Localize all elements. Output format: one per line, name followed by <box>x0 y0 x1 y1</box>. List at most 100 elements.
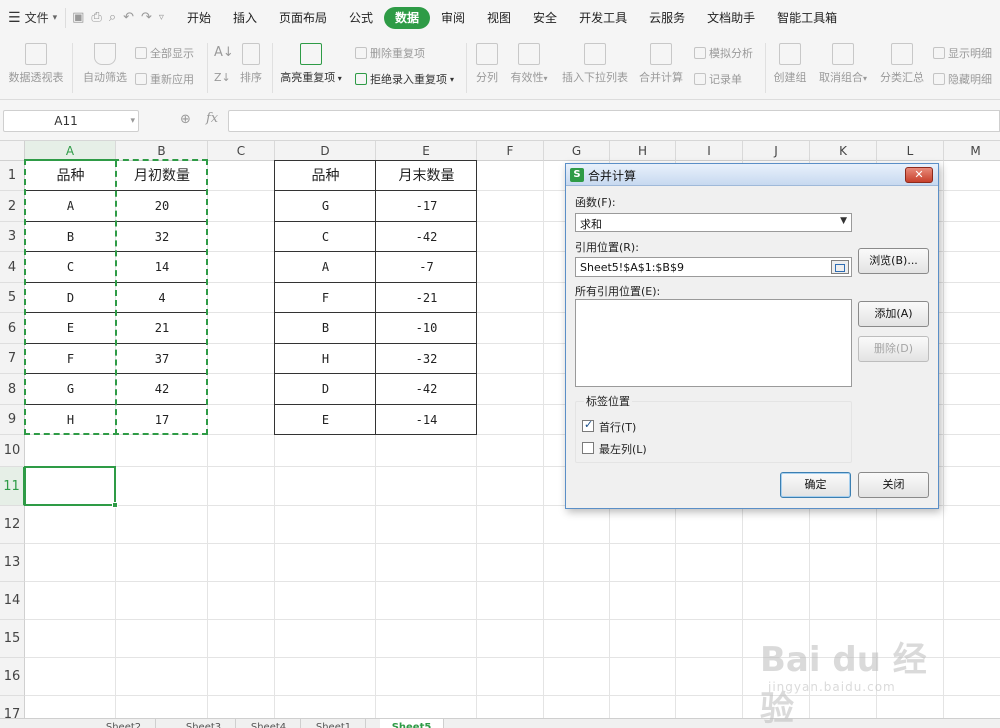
show-all-button[interactable]: 全部显示 <box>135 45 194 61</box>
column-header[interactable]: E <box>376 141 477 161</box>
table-cell[interactable]: 4 <box>116 283 208 313</box>
column-header[interactable]: H <box>610 141 676 161</box>
column-header[interactable]: B <box>116 141 208 161</box>
menu-tab[interactable]: 审阅 <box>430 7 476 29</box>
table-cell[interactable]: -17 <box>376 191 477 222</box>
show-detail-button[interactable]: 显示明细 <box>933 45 992 61</box>
sort-asc-button[interactable]: A↓ <box>214 45 234 60</box>
table-cell[interactable]: -7 <box>376 252 477 283</box>
table-cell[interactable]: 21 <box>116 313 208 344</box>
table-cell[interactable]: F <box>275 283 376 313</box>
zoom-icon[interactable]: ⊕ <box>180 112 191 127</box>
reject-duplicates-button[interactable]: 拒绝录入重复项 ▾ <box>355 71 454 87</box>
select-all-corner[interactable] <box>0 141 25 161</box>
table-cell[interactable]: D <box>275 374 376 405</box>
undo-icon[interactable]: ↶ <box>123 10 134 25</box>
menu-tab[interactable]: 页面布局 <box>268 7 338 29</box>
table-cell[interactable]: 42 <box>116 374 208 405</box>
subtotal-button[interactable]: 分类汇总 <box>878 43 926 85</box>
chevron-down-icon[interactable]: ▾ <box>130 111 135 131</box>
fill-handle[interactable] <box>112 502 118 508</box>
menu-tab[interactable]: 插入 <box>222 7 268 29</box>
table-cell[interactable]: E <box>25 313 116 344</box>
table-cell[interactable]: -10 <box>376 313 477 344</box>
table-cell[interactable]: -21 <box>376 283 477 313</box>
menu-tab[interactable]: 安全 <box>522 7 568 29</box>
print-icon[interactable]: ⎙ <box>91 10 101 25</box>
menu-tab[interactable]: 文档助手 <box>696 7 766 29</box>
consolidate-button[interactable]: 合并计算 <box>636 43 686 85</box>
highlight-duplicates-button[interactable]: 高亮重复项 ▾ <box>278 43 344 85</box>
row-header[interactable]: 12 <box>0 506 25 544</box>
sort-dropdown-button[interactable]: 排序 <box>238 43 264 85</box>
table-cell[interactable]: H <box>25 405 116 435</box>
row-header[interactable]: 5 <box>0 283 25 313</box>
sort-button[interactable]: Z↓ <box>214 71 231 84</box>
column-header[interactable]: A <box>25 141 116 161</box>
dialog-titlebar[interactable]: S 合并计算 ✕ <box>566 164 938 186</box>
create-group-button[interactable]: 创建组 <box>770 43 810 85</box>
column-header[interactable]: D <box>275 141 376 161</box>
row-header[interactable]: 15 <box>0 620 25 658</box>
sheet-tab[interactable]: Sheet4 <box>237 719 301 728</box>
ok-button[interactable]: 确定 <box>780 472 851 498</box>
row-header[interactable]: 16 <box>0 658 25 696</box>
split-column-button[interactable]: 分列 <box>472 43 502 85</box>
autofilter-button[interactable]: 自动筛选 <box>80 43 130 85</box>
row-header[interactable]: 17 <box>0 696 25 718</box>
sheet-tab[interactable]: Sheet1 <box>302 719 366 728</box>
table-cell[interactable]: 37 <box>116 344 208 374</box>
table-cell[interactable]: -14 <box>376 405 477 435</box>
save-icon[interactable]: ▣ <box>72 10 84 25</box>
row-header[interactable]: 6 <box>0 313 25 344</box>
table-cell[interactable]: -42 <box>376 374 477 405</box>
sheet-tab[interactable]: Sheet3 <box>172 719 236 728</box>
menu-tab[interactable]: 视图 <box>476 7 522 29</box>
sheet-tab[interactable]: Sheet5 <box>380 719 444 728</box>
menu-tab[interactable]: 数据 <box>384 6 431 29</box>
column-header[interactable]: F <box>477 141 544 161</box>
table-cell[interactable]: A <box>25 191 116 222</box>
menu-tab[interactable]: 开发工具 <box>568 7 638 29</box>
reference-input[interactable]: Sheet5!$A$1:$B$9 <box>575 257 852 277</box>
insert-dropdown-list-button[interactable]: 插入下拉列表 <box>560 43 630 85</box>
table-header-cell[interactable]: 月初数量 <box>116 161 208 191</box>
delete-button[interactable]: 删除(D) <box>858 336 929 362</box>
add-button[interactable]: 添加(A) <box>858 301 929 327</box>
name-box[interactable]: A11 ▾ <box>3 110 139 132</box>
table-cell[interactable]: 17 <box>116 405 208 435</box>
close-icon[interactable]: ✕ <box>905 167 933 183</box>
simulate-analysis-button[interactable]: 模拟分析 <box>694 45 753 61</box>
column-header[interactable]: M <box>944 141 1000 161</box>
menu-tab[interactable]: 开始 <box>176 7 222 29</box>
table-cell[interactable]: A <box>275 252 376 283</box>
table-header-cell[interactable]: 品种 <box>275 161 376 191</box>
row-header[interactable]: 7 <box>0 344 25 374</box>
column-header[interactable]: K <box>810 141 877 161</box>
reapply-button[interactable]: 重新应用 <box>135 71 194 87</box>
column-header[interactable]: C <box>208 141 275 161</box>
row-header[interactable]: 13 <box>0 544 25 582</box>
table-cell[interactable]: G <box>275 191 376 222</box>
browse-button[interactable]: 浏览(B)... <box>858 248 929 274</box>
table-cell[interactable]: 20 <box>116 191 208 222</box>
table-cell[interactable]: -32 <box>376 344 477 374</box>
formula-input[interactable] <box>228 110 1000 132</box>
table-header-cell[interactable]: 月末数量 <box>376 161 477 191</box>
menu-tab[interactable]: 公式 <box>338 7 384 29</box>
hide-detail-button[interactable]: 隐藏明细 <box>933 71 992 87</box>
print-preview-icon[interactable]: ⌕ <box>109 10 116 25</box>
column-header[interactable]: I <box>676 141 743 161</box>
customize-icon[interactable]: ▿ <box>159 12 164 23</box>
redo-icon[interactable]: ↷ <box>141 10 152 25</box>
table-cell[interactable]: F <box>25 344 116 374</box>
table-cell[interactable]: G <box>25 374 116 405</box>
table-cell[interactable]: 14 <box>116 252 208 283</box>
table-cell[interactable]: H <box>275 344 376 374</box>
all-references-list[interactable] <box>575 299 852 387</box>
row-header[interactable]: 10 <box>0 435 25 467</box>
column-header[interactable]: L <box>877 141 944 161</box>
table-cell[interactable]: E <box>275 405 376 435</box>
table-cell[interactable]: C <box>275 222 376 252</box>
pivot-table-button[interactable]: 数据透视表 <box>6 43 66 85</box>
